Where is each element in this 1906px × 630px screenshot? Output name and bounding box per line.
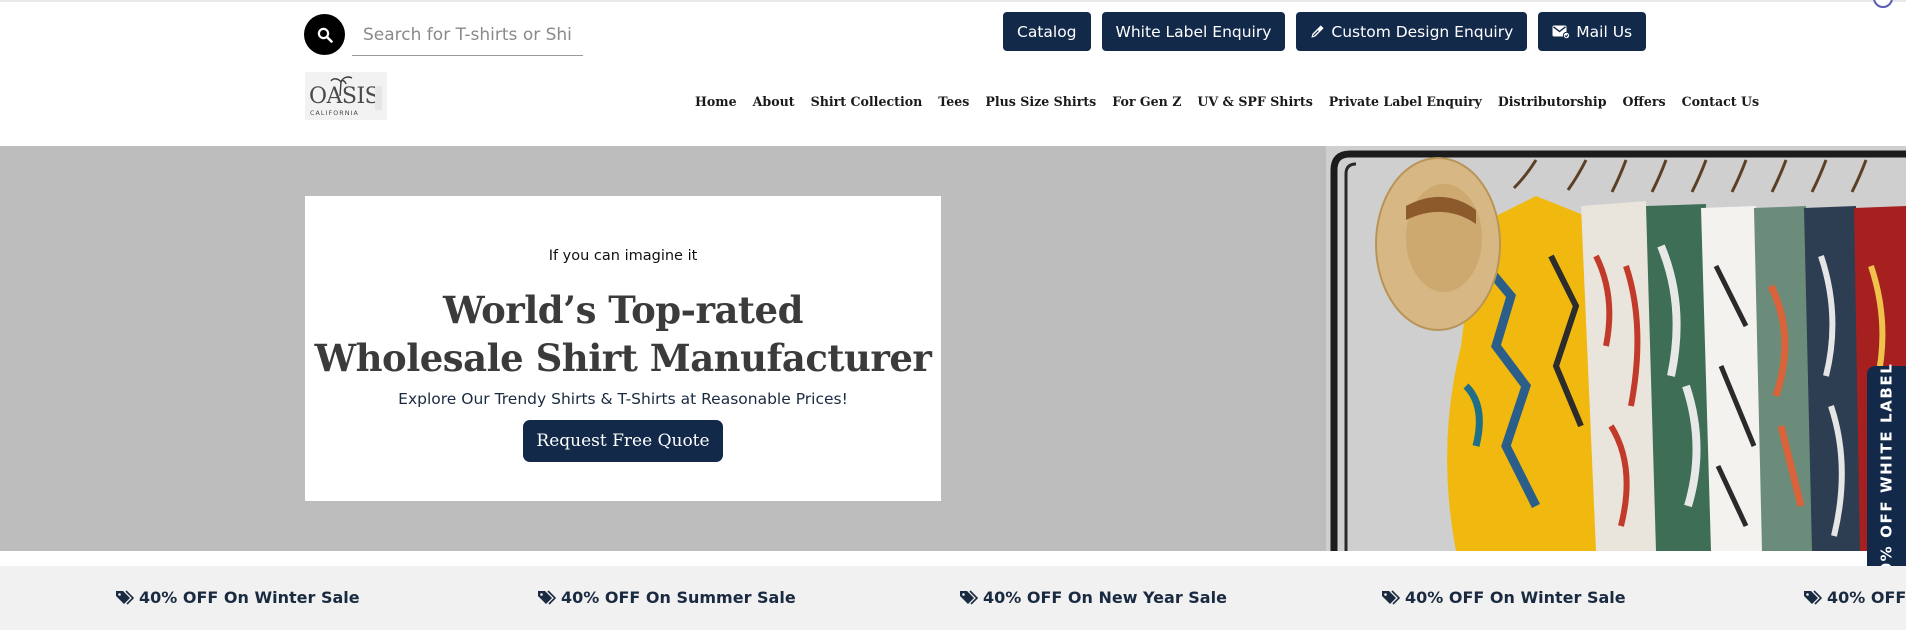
main-nav: Home About Shirt Collection Tees Plus Si… xyxy=(695,94,1759,109)
nav-offers[interactable]: Offers xyxy=(1623,94,1666,109)
marquee-text: 40% OFF O xyxy=(1827,588,1906,607)
nav-contact-us[interactable]: Contact Us xyxy=(1682,94,1760,109)
search-button[interactable] xyxy=(304,14,345,55)
nav-tees[interactable]: Tees xyxy=(938,94,969,109)
logo-brand-text: OASIS xyxy=(309,84,379,109)
search-input[interactable] xyxy=(352,14,583,56)
hero-headline-line2: Wholesale Shirt Manufacturer xyxy=(314,336,932,380)
marquee-item[interactable]: 40% OFF On New Year Sale xyxy=(959,588,1227,607)
tag-icon xyxy=(960,590,978,605)
search-icon xyxy=(317,27,333,43)
offers-marquee: 40% OFF On Winter Sale 40% OFF On Summer… xyxy=(0,566,1906,630)
mail-us-button[interactable]: Mail Us xyxy=(1538,12,1647,51)
nav-for-gen-z[interactable]: For Gen Z xyxy=(1112,94,1181,109)
white-label-enquiry-button[interactable]: White Label Enquiry xyxy=(1101,12,1286,51)
catalog-label: Catalog xyxy=(1017,22,1077,41)
hero-card: If you can imagine it World’s Top-rated … xyxy=(305,196,941,501)
top-divider xyxy=(0,0,1906,2)
marquee-text: 40% OFF On Winter Sale xyxy=(1405,588,1626,607)
hero-banner: If you can imagine it World’s Top-rated … xyxy=(0,146,1906,551)
logo-sub-text: CALIFORNIA xyxy=(310,110,359,117)
nav-plus-size-shirts[interactable]: Plus Size Shirts xyxy=(985,94,1096,109)
mail-us-label: Mail Us xyxy=(1576,22,1633,41)
tag-icon xyxy=(1804,590,1822,605)
nav-shirt-collection[interactable]: Shirt Collection xyxy=(811,94,923,109)
hero-subline: Explore Our Trendy Shirts & T-Shirts at … xyxy=(398,390,848,408)
hero-eyebrow: If you can imagine it xyxy=(548,248,698,264)
nav-distributorship[interactable]: Distributorship xyxy=(1498,94,1607,109)
marquee-item[interactable]: 40% OFF On Winter Sale xyxy=(115,588,360,607)
marquee-item[interactable]: 40% OFF On Winter Sale xyxy=(1381,588,1626,607)
request-free-quote-button[interactable]: Request Free Quote xyxy=(523,420,723,462)
marquee-text: 40% OFF On Summer Sale xyxy=(561,588,796,607)
marquee-item[interactable]: 40% OFF On Summer Sale xyxy=(537,588,796,607)
logo-mark: OASIS CALIFORNIA xyxy=(309,76,382,117)
hero-headline: World’s Top-rated Wholesale Shirt Manufa… xyxy=(305,286,941,382)
tag-icon xyxy=(1382,590,1400,605)
side-ribbon-label: 40% OFF WHITE LABEL xyxy=(1877,362,1896,586)
top-button-bar: Catalog White Label Enquiry Custom Desig… xyxy=(1003,12,1647,51)
custom-design-enquiry-button[interactable]: Custom Design Enquiry xyxy=(1296,12,1528,51)
clothing-rack-illustration xyxy=(1326,146,1906,551)
nav-about[interactable]: About xyxy=(753,94,795,109)
nav-private-label-enquiry[interactable]: Private Label Enquiry xyxy=(1329,94,1482,109)
nav-home[interactable]: Home xyxy=(695,94,737,109)
marquee-text: 40% OFF On Winter Sale xyxy=(139,588,360,607)
white-label-label: White Label Enquiry xyxy=(1115,22,1272,41)
corner-widget-icon[interactable] xyxy=(1873,0,1893,8)
brand-logo[interactable]: OASIS CALIFORNIA xyxy=(305,72,387,120)
page: Catalog White Label Enquiry Custom Desig… xyxy=(0,0,1906,630)
white-label-offer-ribbon[interactable]: 40% OFF WHITE LABEL xyxy=(1867,363,1906,585)
hero-headline-line1: World’s Top-rated xyxy=(443,288,803,332)
hero-clothing-rack-image xyxy=(1326,146,1906,551)
tag-icon xyxy=(538,590,556,605)
nav-uv-spf-shirts[interactable]: UV & SPF Shirts xyxy=(1197,94,1312,109)
mail-icon xyxy=(1552,25,1571,39)
tag-icon xyxy=(116,590,134,605)
marquee-item[interactable]: 40% OFF O xyxy=(1803,588,1906,607)
custom-design-label: Custom Design Enquiry xyxy=(1331,22,1514,41)
marquee-text: 40% OFF On New Year Sale xyxy=(983,588,1227,607)
catalog-button[interactable]: Catalog xyxy=(1003,12,1091,51)
pen-icon xyxy=(1311,25,1324,38)
